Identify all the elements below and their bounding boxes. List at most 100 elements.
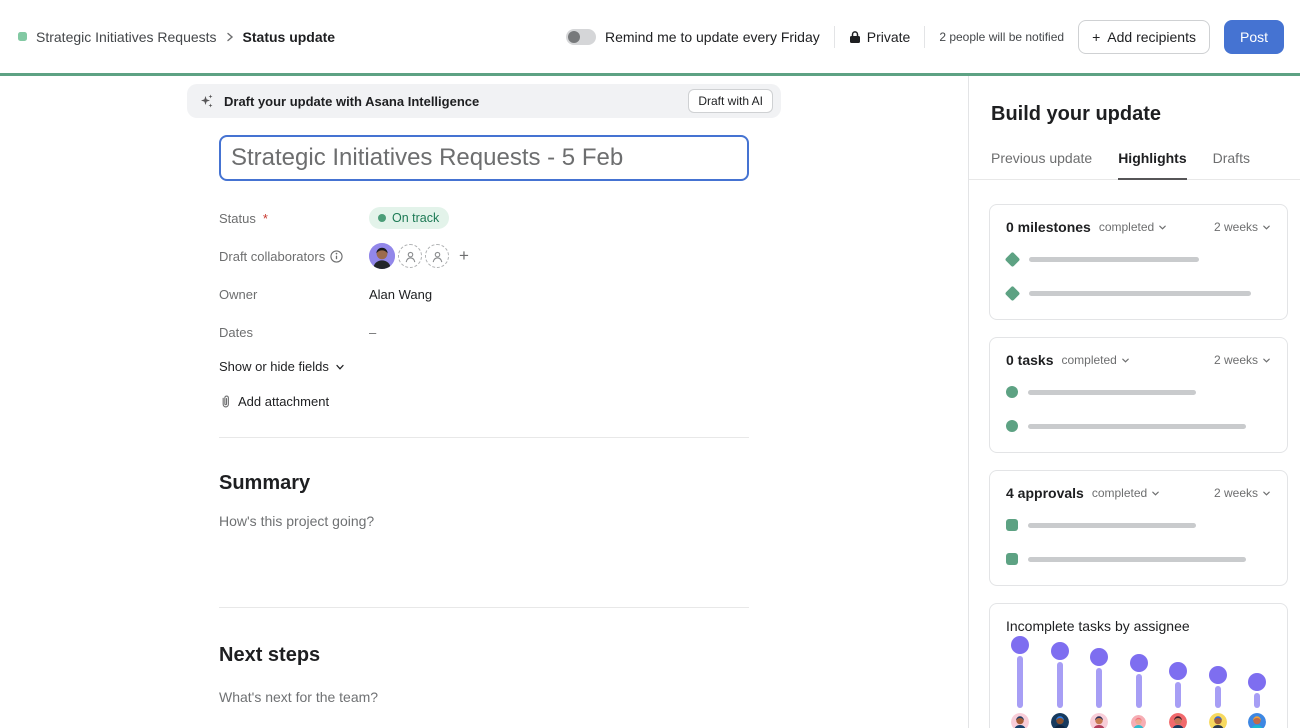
highlight-cards: 0 milestones completed 2 weeks bbox=[969, 180, 1300, 728]
empty-collaborator-slot[interactable] bbox=[425, 244, 449, 268]
add-attachment-button[interactable]: Add attachment bbox=[219, 394, 749, 409]
collaborators-field-label: Draft collaborators bbox=[219, 249, 369, 264]
chevron-down-icon bbox=[1158, 223, 1167, 232]
update-title-input[interactable] bbox=[219, 135, 749, 181]
next-steps-heading: Next steps bbox=[219, 644, 749, 667]
approvals-card[interactable]: 4 approvals completed 2 weeks bbox=[989, 470, 1288, 586]
assignee-avatar bbox=[1209, 713, 1227, 728]
reminder-toggle[interactable]: Remind me to update every Friday bbox=[566, 29, 820, 45]
assignee-lollipop-column bbox=[1208, 636, 1228, 728]
lollipop-head-dot bbox=[1051, 642, 1069, 660]
ai-banner-text: Draft your update with Asana Intelligenc… bbox=[224, 94, 679, 109]
empty-collaborator-slot[interactable] bbox=[398, 244, 422, 268]
breadcrumb-project-link[interactable]: Strategic Initiatives Requests bbox=[36, 29, 217, 45]
chevron-down-icon bbox=[1151, 489, 1160, 498]
status-field-row: Status* On track bbox=[219, 199, 749, 237]
lollipop-head-dot bbox=[1169, 662, 1187, 680]
collaborator-avatar[interactable] bbox=[369, 243, 395, 269]
section-divider bbox=[219, 437, 749, 438]
paperclip-icon bbox=[219, 394, 232, 409]
lollipop-stem bbox=[1017, 656, 1023, 708]
lollipop-stem bbox=[1136, 674, 1142, 708]
breadcrumb-current-page: Status update bbox=[243, 29, 336, 45]
milestone-diamond-icon bbox=[1005, 285, 1021, 301]
collaborator-avatars: + bbox=[369, 243, 469, 269]
dates-value[interactable]: – bbox=[369, 325, 376, 340]
assignee-lollipop-column bbox=[1010, 636, 1030, 728]
incomplete-tasks-lollipop-chart bbox=[1006, 636, 1271, 728]
plus-icon: + bbox=[1092, 29, 1100, 45]
milestone-skeleton-row bbox=[1006, 283, 1271, 303]
status-value-pill[interactable]: On track bbox=[369, 207, 449, 229]
lollipop-stem bbox=[1096, 668, 1102, 708]
summary-heading: Summary bbox=[219, 472, 749, 495]
post-button[interactable]: Post bbox=[1224, 20, 1284, 54]
project-color-dot-icon bbox=[18, 32, 27, 41]
task-circle-icon bbox=[1006, 420, 1018, 432]
assignee-avatar bbox=[1011, 713, 1029, 728]
completed-filter-dropdown[interactable]: completed bbox=[1061, 353, 1129, 367]
time-range-dropdown[interactable]: 2 weeks bbox=[1214, 353, 1271, 367]
breadcrumb: Strategic Initiatives Requests Status up… bbox=[18, 29, 335, 45]
assignee-lollipop-column bbox=[1129, 636, 1149, 728]
chevron-down-icon bbox=[1262, 489, 1271, 498]
sidebar-tabs: Previous update Highlights Drafts bbox=[969, 150, 1300, 180]
required-asterisk: * bbox=[263, 211, 268, 226]
milestone-diamond-icon bbox=[1005, 251, 1021, 267]
approval-skeleton-row bbox=[1006, 549, 1271, 569]
tab-previous-update[interactable]: Previous update bbox=[991, 150, 1092, 179]
divider bbox=[924, 26, 925, 48]
owner-field-row: Owner Alan Wang bbox=[219, 275, 749, 313]
lollipop-stem bbox=[1215, 686, 1221, 708]
add-collaborator-button[interactable]: + bbox=[459, 246, 469, 266]
incomplete-tasks-chart-card[interactable]: Incomplete tasks by assignee bbox=[989, 603, 1288, 728]
assignee-avatar bbox=[1131, 715, 1146, 728]
tab-drafts[interactable]: Drafts bbox=[1213, 150, 1250, 179]
assignee-avatar bbox=[1169, 713, 1187, 728]
privacy-indicator[interactable]: Private bbox=[849, 29, 911, 45]
assignee-lollipop-column bbox=[1247, 636, 1267, 728]
lollipop-head-dot bbox=[1011, 636, 1029, 654]
add-recipients-button[interactable]: + Add recipients bbox=[1078, 20, 1210, 54]
time-range-dropdown[interactable]: 2 weeks bbox=[1214, 220, 1271, 234]
status-update-editor: Draft your update with Asana Intelligenc… bbox=[0, 76, 968, 728]
time-range-dropdown[interactable]: 2 weeks bbox=[1214, 486, 1271, 500]
status-field-label: Status* bbox=[219, 211, 369, 226]
lock-icon bbox=[849, 30, 861, 44]
completed-filter-dropdown[interactable]: completed bbox=[1092, 486, 1160, 500]
approvals-count: 4 approvals bbox=[1006, 485, 1084, 501]
toggle-off-icon[interactable] bbox=[566, 29, 596, 45]
approval-square-icon bbox=[1006, 553, 1018, 565]
info-icon[interactable] bbox=[330, 250, 343, 263]
chevron-down-icon bbox=[1262, 356, 1271, 365]
assignee-avatar bbox=[1248, 713, 1266, 728]
chevron-right-icon bbox=[226, 32, 234, 42]
lollipop-stem bbox=[1254, 693, 1260, 708]
add-recipients-label: Add recipients bbox=[1107, 29, 1196, 45]
assignee-avatar bbox=[1090, 713, 1108, 728]
milestones-count: 0 milestones bbox=[1006, 219, 1091, 235]
notify-count-text: 2 people will be notified bbox=[939, 30, 1064, 44]
draft-with-ai-button[interactable]: Draft with AI bbox=[688, 89, 773, 113]
top-header-bar: Strategic Initiatives Requests Status up… bbox=[0, 0, 1300, 73]
assignee-avatar bbox=[1051, 713, 1069, 728]
lollipop-stem bbox=[1057, 662, 1063, 708]
reminder-toggle-label: Remind me to update every Friday bbox=[605, 29, 820, 45]
show-hide-fields-link[interactable]: Show or hide fields bbox=[219, 359, 749, 374]
lollipop-head-dot bbox=[1090, 648, 1108, 666]
approval-square-icon bbox=[1006, 519, 1018, 531]
owner-field-label: Owner bbox=[219, 287, 369, 302]
summary-textarea-placeholder[interactable]: How's this project going? bbox=[219, 513, 749, 529]
milestones-card[interactable]: 0 milestones completed 2 weeks bbox=[989, 204, 1288, 320]
tab-highlights[interactable]: Highlights bbox=[1118, 150, 1186, 180]
lollipop-head-dot bbox=[1248, 673, 1266, 691]
header-controls: Remind me to update every Friday Private… bbox=[566, 20, 1284, 54]
tasks-count: 0 tasks bbox=[1006, 352, 1053, 368]
approval-skeleton-row bbox=[1006, 515, 1271, 535]
next-steps-textarea-placeholder[interactable]: What's next for the team? bbox=[219, 689, 749, 705]
dates-field-row: Dates – bbox=[219, 313, 749, 351]
build-update-sidebar: Build your update Previous update Highli… bbox=[968, 76, 1300, 728]
tasks-card[interactable]: 0 tasks completed 2 weeks bbox=[989, 337, 1288, 453]
owner-value[interactable]: Alan Wang bbox=[369, 287, 432, 302]
completed-filter-dropdown[interactable]: completed bbox=[1099, 220, 1167, 234]
